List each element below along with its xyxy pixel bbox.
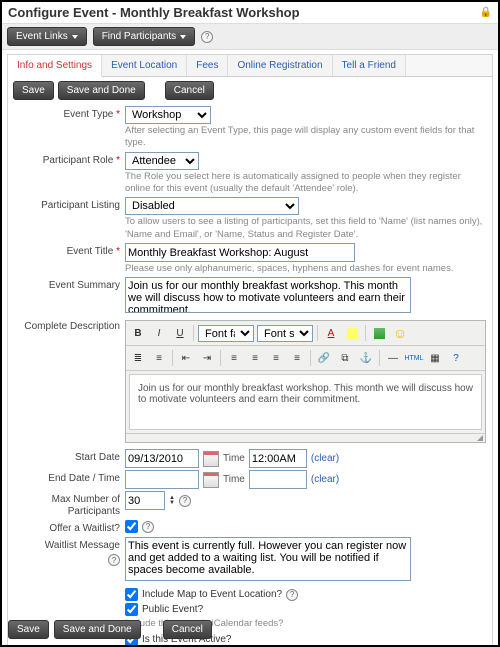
lock-icon: 🔒 xyxy=(480,7,492,18)
participant-listing-select[interactable]: Disabled xyxy=(125,197,299,215)
tab-info-settings[interactable]: Info and Settings xyxy=(8,55,102,77)
event-links-menu[interactable]: Event Links xyxy=(7,27,87,46)
help-icon[interactable]: ? xyxy=(286,589,298,601)
help-icon[interactable]: ? xyxy=(179,495,191,507)
link-icon[interactable]: 🔗 xyxy=(315,349,333,367)
emoji-icon[interactable]: ☺ xyxy=(391,324,409,342)
separator xyxy=(317,325,318,341)
page-title: Configure Event - Monthly Breakfast Work… xyxy=(8,5,300,20)
label-event-title: Event Title xyxy=(14,243,125,258)
help-icon[interactable]: ? xyxy=(447,349,465,367)
save-and-done-button-bottom[interactable]: Save and Done xyxy=(54,620,141,639)
image-icon[interactable] xyxy=(370,324,388,342)
tab-tell-a-friend[interactable]: Tell a Friend xyxy=(333,55,406,76)
separator xyxy=(172,350,173,366)
event-type-select[interactable]: Workshop xyxy=(125,106,211,124)
rich-text-editor: B I U Font family Font size A ☺ xyxy=(125,320,486,443)
find-participants-label: Find Participants xyxy=(102,31,176,42)
html-icon[interactable]: HTML xyxy=(405,349,423,367)
label-offer-waitlist: Offer a Waitlist? xyxy=(14,520,125,535)
include-map-checkbox[interactable] xyxy=(125,588,138,601)
tab-online-registration[interactable]: Online Registration xyxy=(228,55,332,76)
separator xyxy=(365,325,366,341)
cancel-button[interactable]: Cancel xyxy=(165,81,214,100)
align-left-icon[interactable]: ≡ xyxy=(225,349,243,367)
label-max-participants: Max Number of Participants xyxy=(14,491,125,518)
waitlist-message-textarea[interactable]: This event is currently full. However yo… xyxy=(125,537,411,581)
end-date-input[interactable] xyxy=(125,470,199,489)
hint-participant-role: The Role you select here is automaticall… xyxy=(125,171,486,196)
help-icon[interactable]: ? xyxy=(201,31,213,43)
separator xyxy=(220,350,221,366)
clear-end-link[interactable]: (clear) xyxy=(311,474,339,485)
help-icon[interactable]: ? xyxy=(142,521,154,533)
unlink-icon[interactable]: ⧉ xyxy=(336,349,354,367)
resize-handle-icon[interactable] xyxy=(126,433,485,442)
offer-waitlist-checkbox[interactable] xyxy=(125,520,138,533)
label-event-summary: Event Summary xyxy=(14,277,125,292)
label-event-type: Event Type xyxy=(14,106,125,121)
font-family-select[interactable]: Font family xyxy=(198,325,254,342)
label-participant-role: Participant Role xyxy=(14,152,125,167)
align-justify-icon[interactable]: ≡ xyxy=(288,349,306,367)
separator xyxy=(310,350,311,366)
table-icon[interactable]: ▦ xyxy=(426,349,444,367)
separator xyxy=(379,350,380,366)
max-participants-input[interactable] xyxy=(125,491,165,510)
indent-icon[interactable]: ⇥ xyxy=(198,349,216,367)
bold-icon[interactable]: B xyxy=(129,324,147,342)
hr-icon[interactable]: — xyxy=(384,349,402,367)
tab-event-location[interactable]: Event Location xyxy=(102,55,187,76)
outdent-icon[interactable]: ⇤ xyxy=(177,349,195,367)
unordered-list-icon[interactable]: ≣ xyxy=(129,349,147,367)
label-include-map: Include Map to Event Location? xyxy=(142,589,282,600)
cancel-button-bottom[interactable]: Cancel xyxy=(163,620,212,639)
end-time-input[interactable] xyxy=(249,470,307,489)
event-links-label: Event Links xyxy=(16,31,68,42)
hint-event-title: Please use only alphanumeric, spaces, hy… xyxy=(125,263,486,275)
save-button-bottom[interactable]: Save xyxy=(8,620,49,639)
save-and-done-button[interactable]: Save and Done xyxy=(58,81,145,100)
align-right-icon[interactable]: ≡ xyxy=(267,349,285,367)
chevron-down-icon xyxy=(180,35,186,39)
event-title-input[interactable] xyxy=(125,243,355,262)
anchor-icon[interactable]: ⚓ xyxy=(357,349,375,367)
public-event-checkbox[interactable] xyxy=(125,603,138,616)
start-time-input[interactable] xyxy=(249,449,307,468)
chevron-down-icon xyxy=(72,35,78,39)
font-size-select[interactable]: Font size xyxy=(257,325,313,342)
label-end-date: End Date / Time xyxy=(14,470,125,485)
help-icon[interactable]: ? xyxy=(108,554,120,566)
start-date-input[interactable] xyxy=(125,449,199,468)
italic-icon[interactable]: I xyxy=(150,324,168,342)
underline-icon[interactable]: U xyxy=(171,324,189,342)
label-complete-description: Complete Description xyxy=(14,318,125,333)
ordered-list-icon[interactable]: ≡ xyxy=(150,349,168,367)
tab-fees[interactable]: Fees xyxy=(187,55,228,76)
editor-content[interactable]: Join us for our monthly breakfast worksh… xyxy=(129,374,482,430)
label-start-date: Start Date xyxy=(14,449,125,464)
label-participant-listing: Participant Listing xyxy=(14,197,125,212)
clear-start-link[interactable]: (clear) xyxy=(311,453,339,464)
highlight-icon[interactable] xyxy=(343,324,361,342)
calendar-icon[interactable] xyxy=(203,451,219,467)
text-color-icon[interactable]: A xyxy=(322,324,340,342)
label-time: Time xyxy=(223,453,245,464)
save-button[interactable]: Save xyxy=(13,81,54,100)
label-waitlist-message: Waitlist Message? xyxy=(14,537,125,566)
label-public-event: Public Event? xyxy=(142,604,203,615)
calendar-icon[interactable] xyxy=(203,472,219,488)
find-participants-menu[interactable]: Find Participants xyxy=(93,27,195,46)
hint-event-type: After selecting an Event Type, this page… xyxy=(125,125,486,150)
hint-participant-listing: To allow users to see a listing of parti… xyxy=(125,216,486,241)
label-time: Time xyxy=(223,474,245,485)
participant-role-select[interactable]: Attendee xyxy=(125,152,199,170)
separator xyxy=(193,325,194,341)
stepper-icon[interactable]: ▲▼ xyxy=(169,496,175,506)
event-summary-textarea[interactable]: Join us for our monthly breakfast worksh… xyxy=(125,277,411,313)
align-center-icon[interactable]: ≡ xyxy=(246,349,264,367)
